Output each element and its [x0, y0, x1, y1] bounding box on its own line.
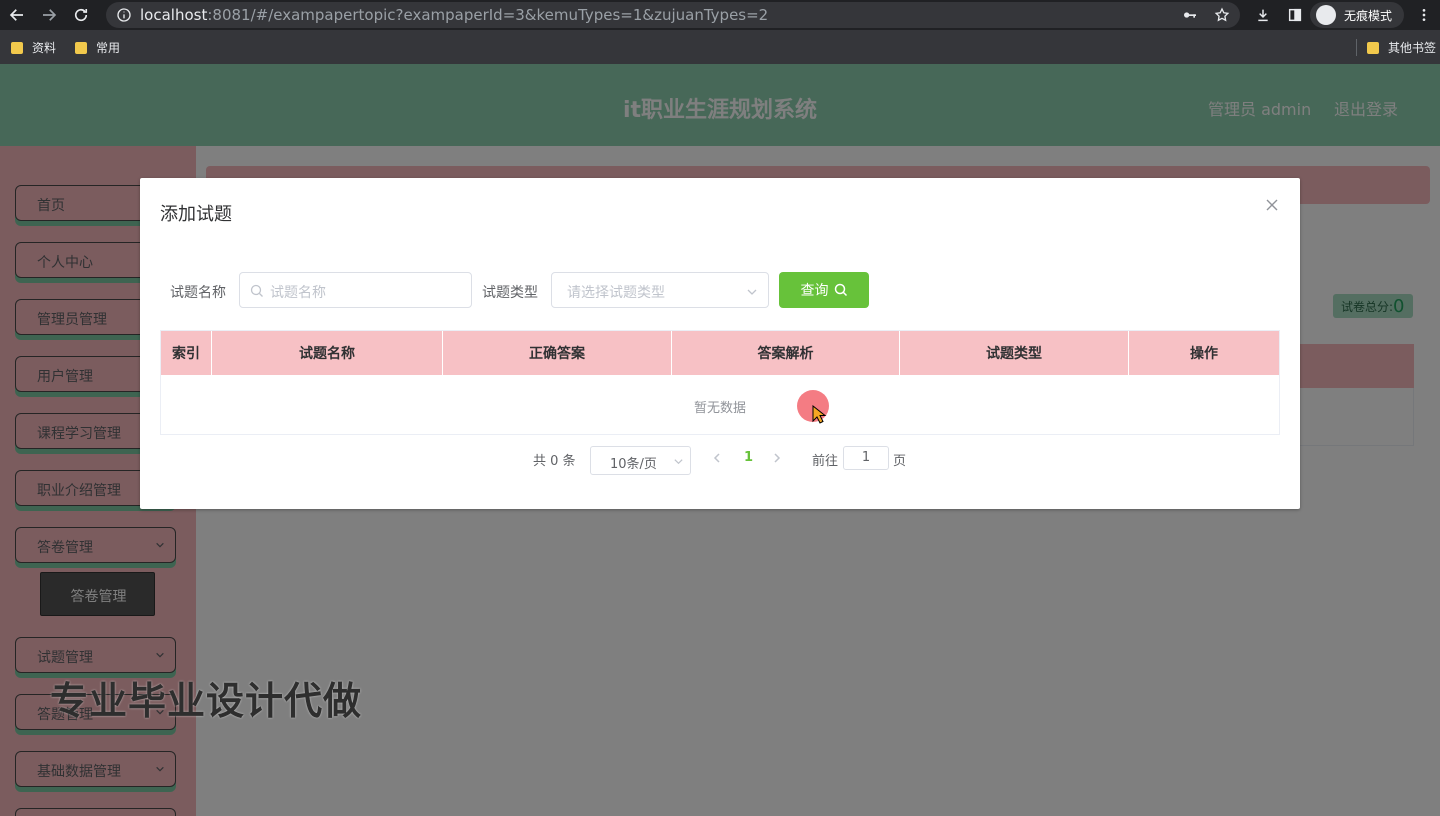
bookmark-label: 资料 [32, 41, 57, 55]
sidepanel-icon[interactable] [1287, 0, 1303, 30]
page-size-value: 10条/页 [610, 457, 657, 472]
pager-unit-label: 页 [893, 454, 907, 469]
table-header: 索引 试题名称 正确答案 答案解析 试题类型 操作 [161, 331, 1279, 375]
question-type-placeholder: 请选择试题类型 [567, 285, 665, 301]
empty-state-text: 暂无数据 [693, 401, 746, 416]
question-table: 索引 试题名称 正确答案 答案解析 试题类型 操作 暂无数据 [160, 330, 1280, 435]
incognito-icon [1316, 5, 1336, 25]
pager-total: 共 0 条 [533, 454, 576, 469]
star-icon[interactable] [1214, 7, 1230, 23]
column-header: 答案解析 [672, 331, 900, 375]
folder-icon [75, 41, 87, 54]
info-icon[interactable] [116, 7, 132, 23]
question-name-label: 试题名称 [170, 285, 226, 301]
query-button-label: 查询 [800, 283, 829, 299]
column-header: 试题名称 [212, 331, 443, 375]
other-bookmarks-label: 其他书签 [1388, 41, 1437, 55]
question-name-placeholder: 试题名称 [270, 285, 326, 301]
column-header: 操作 [1190, 346, 1218, 362]
incognito-label: 无痕模式 [1344, 8, 1393, 23]
column-header: 试题类型 [900, 331, 1129, 375]
pager-current-page[interactable]: 1 [744, 450, 753, 465]
question-type-select[interactable]: 请选择试题类型 [551, 272, 769, 308]
pager-goto-label: 前往 [812, 454, 839, 469]
reload-icon[interactable] [71, 5, 91, 25]
chevron-right-icon[interactable] [771, 452, 783, 464]
bookmarks-bar: 资料 常用 其他书签 [0, 30, 1440, 64]
page-size-select[interactable]: 10条/页 [590, 446, 691, 475]
key-icon[interactable] [1182, 7, 1198, 23]
incognito-badge[interactable]: 无痕模式 [1310, 2, 1404, 28]
download-icon[interactable] [1255, 0, 1271, 30]
other-bookmarks[interactable]: 其他书签 [1356, 39, 1436, 56]
url-host: localhost [140, 6, 208, 24]
folder-icon [11, 41, 23, 54]
forward-icon[interactable] [39, 5, 59, 25]
add-question-dialog: 添加试题 试题名称 试题名称 试题类型 请选择试题类型 查询 索引 试题名称 正… [140, 178, 1300, 509]
bookmark-item[interactable]: 资料 [11, 39, 56, 56]
pager-goto-input[interactable]: 1 [843, 446, 889, 470]
question-name-input[interactable]: 试题名称 [239, 272, 472, 308]
question-type-label: 试题类型 [482, 285, 538, 301]
menu-dots-icon[interactable] [1417, 0, 1431, 30]
query-button[interactable]: 查询 [779, 272, 869, 308]
bookmark-item[interactable]: 常用 [75, 39, 120, 56]
column-header: 索引 [161, 331, 212, 375]
back-icon[interactable] [7, 5, 27, 25]
search-icon [250, 284, 263, 297]
chevron-down-icon [747, 289, 757, 295]
close-icon[interactable] [1265, 198, 1279, 212]
chevron-left-icon[interactable] [711, 452, 723, 464]
chevron-down-icon [674, 459, 683, 465]
watermark-text: 专业毕业设计代做 [50, 679, 363, 723]
url-path: :8081/#/exampapertopic?exampaperId=3&kem… [207, 6, 769, 24]
dialog-title: 添加试题 [160, 204, 232, 225]
search-icon [834, 283, 847, 297]
cursor-icon [812, 405, 827, 424]
bookmark-label: 常用 [96, 41, 121, 55]
folder-icon [1367, 41, 1379, 54]
address-bar[interactable]: localhost:8081/#/exampapertopic?exampape… [106, 2, 1240, 28]
column-header: 正确答案 [443, 331, 672, 375]
